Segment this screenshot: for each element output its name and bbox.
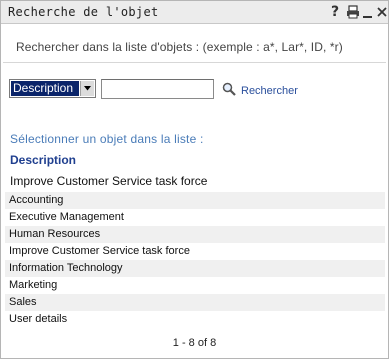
search-instructions: Rechercher dans la liste d'objets : (exe… bbox=[16, 40, 343, 54]
list-item[interactable]: Sales bbox=[5, 294, 385, 311]
list-item[interactable]: Accounting bbox=[5, 192, 385, 209]
search-icon[interactable] bbox=[222, 81, 236, 100]
search-button[interactable]: Rechercher bbox=[241, 85, 298, 97]
pagination-status: 1 - 8 of 8 bbox=[172, 337, 217, 349]
column-header-description[interactable]: Description bbox=[10, 153, 76, 167]
close-icon[interactable] bbox=[376, 4, 389, 20]
list-item[interactable]: Executive Management bbox=[5, 209, 385, 226]
list-item[interactable]: Information Technology bbox=[5, 260, 385, 277]
list-item[interactable]: Improve Customer Service task force bbox=[5, 243, 385, 260]
help-icon[interactable]: ? bbox=[327, 4, 343, 20]
list-item[interactable]: Marketing bbox=[5, 277, 385, 294]
divider bbox=[3, 62, 386, 63]
search-field-select[interactable]: Description bbox=[9, 79, 96, 98]
dropdown-button[interactable] bbox=[80, 81, 94, 96]
select-prompt: Sélectionner un objet dans la liste : bbox=[10, 132, 204, 146]
search-field-selected: Description bbox=[11, 81, 79, 96]
chevron-down-icon bbox=[84, 86, 91, 91]
list-item[interactable]: User details bbox=[5, 311, 385, 328]
title-bar: Recherche de l'objet ? bbox=[1, 1, 388, 24]
list-item[interactable]: Human Resources bbox=[5, 226, 385, 243]
search-input[interactable] bbox=[101, 79, 214, 99]
current-selection: Improve Customer Service task force bbox=[10, 174, 208, 188]
window-title: Recherche de l'objet bbox=[8, 5, 159, 19]
results-list: Accounting Executive Management Human Re… bbox=[5, 192, 385, 328]
print-icon[interactable] bbox=[345, 4, 361, 20]
dialog-window: Recherche de l'objet ? Rechercher dans l… bbox=[0, 0, 389, 359]
